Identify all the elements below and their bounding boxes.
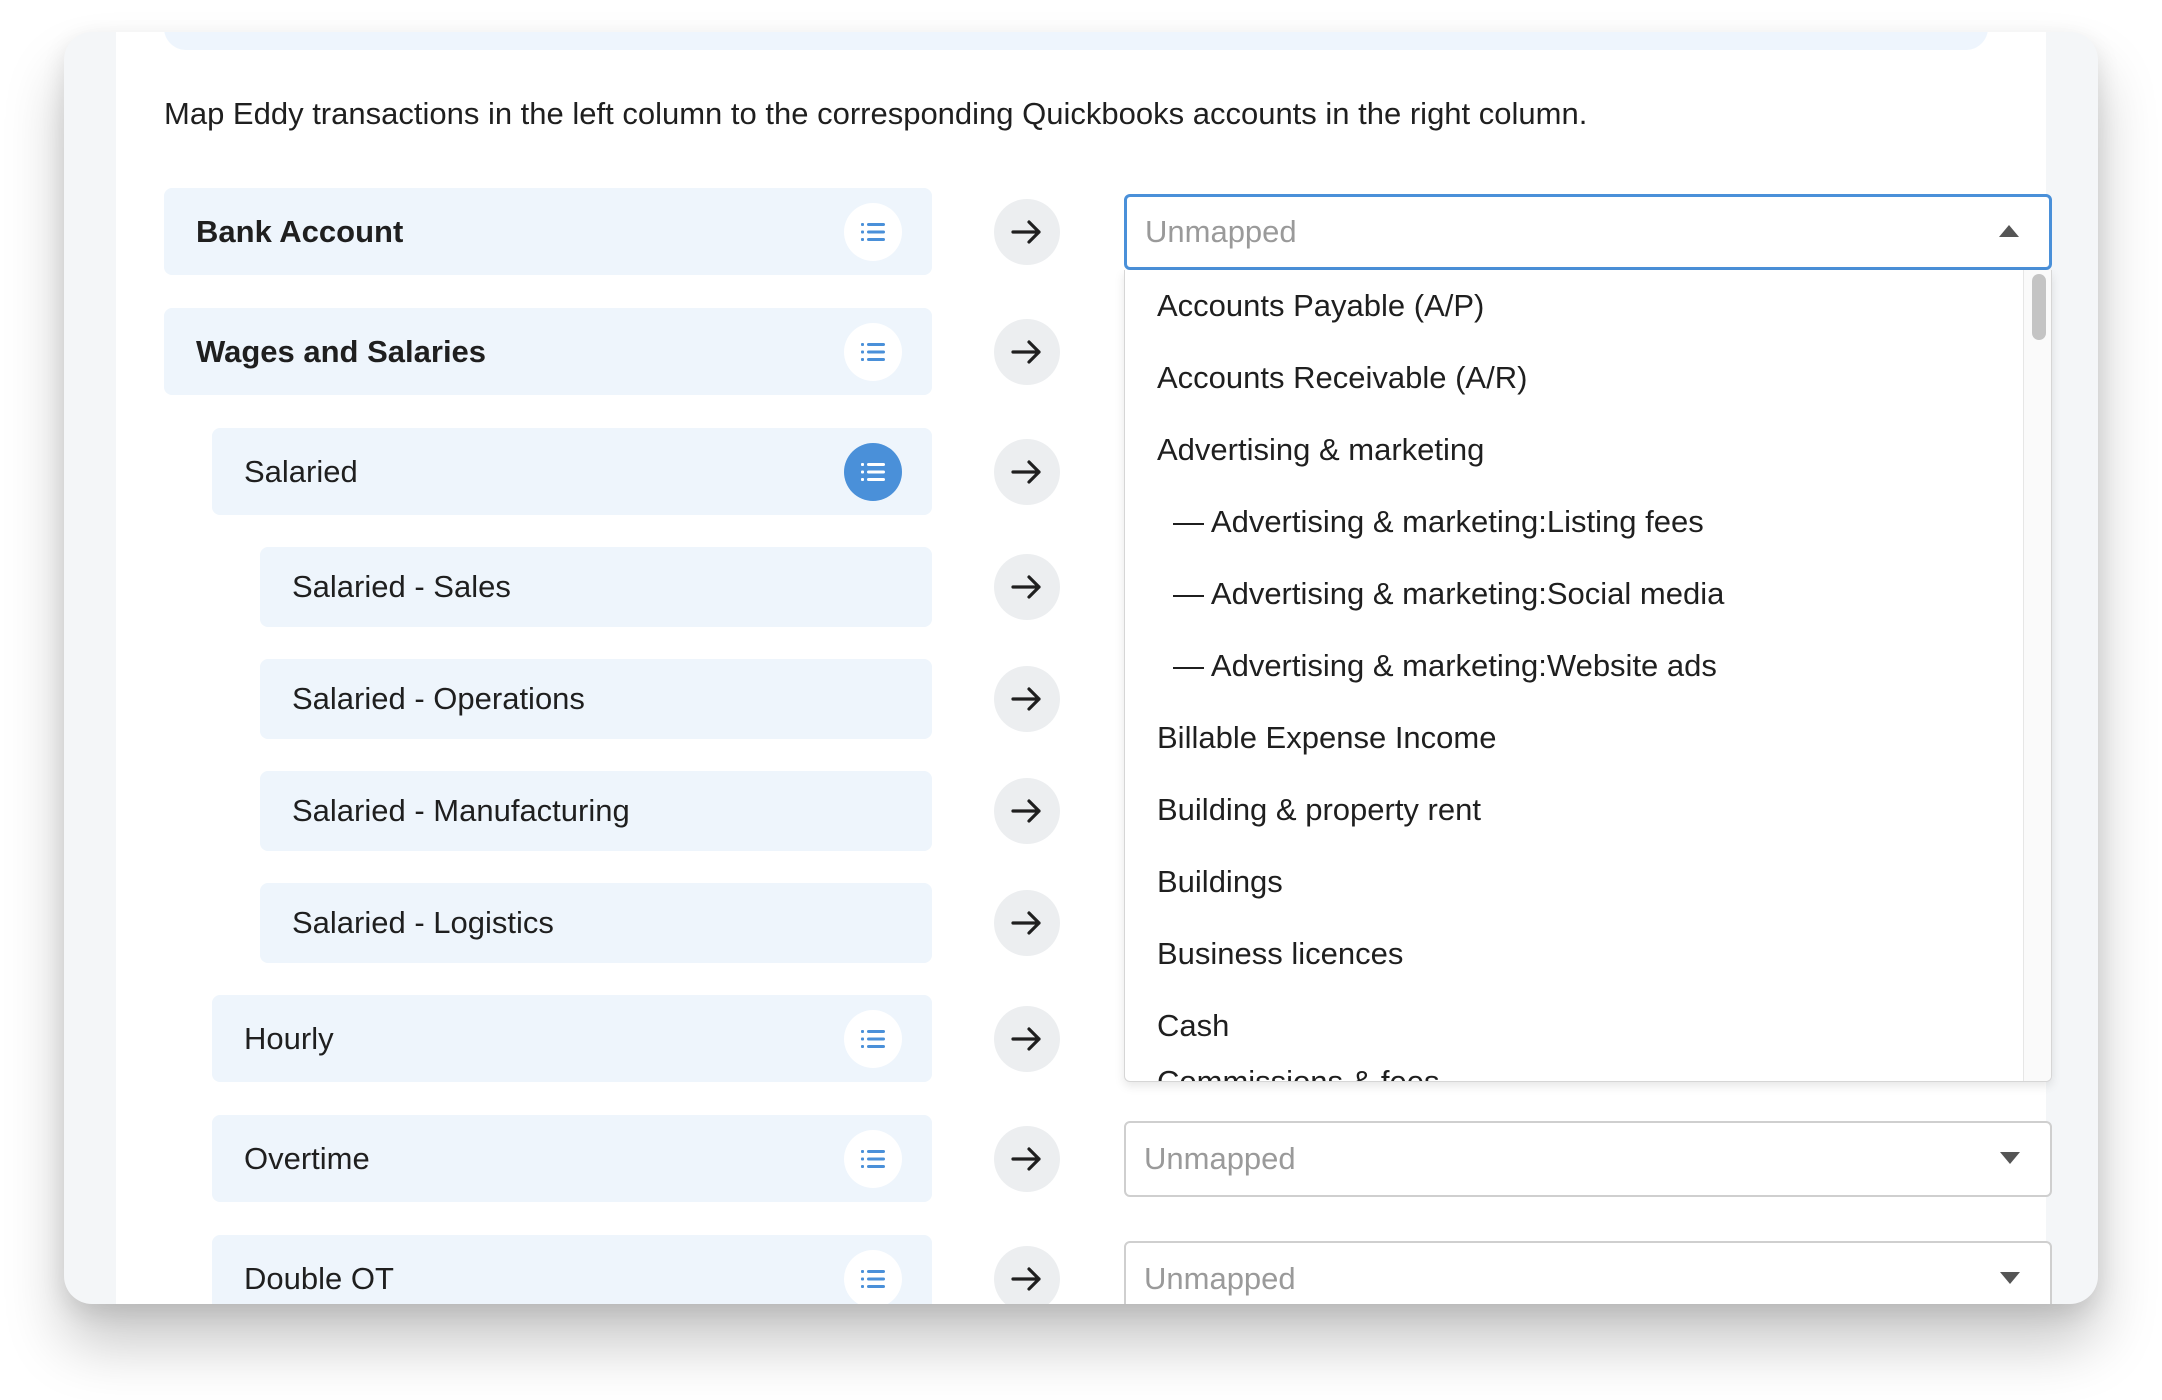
dropdown-option[interactable]: — Advertising & marketing:Website ads [1125, 630, 2023, 702]
select-placeholder: Unmapped [1145, 214, 1297, 249]
arrow-right-icon [994, 666, 1060, 732]
list-icon[interactable] [844, 1249, 902, 1304]
source-row-label: Salaried - Manufacturing [292, 793, 630, 828]
arrow-right-icon [994, 1246, 1060, 1304]
select-placeholder: Unmapped [1144, 1261, 1296, 1296]
dropdown-option[interactable]: Accounts Receivable (A/R) [1125, 342, 2023, 414]
source-row-label: Salaried [244, 453, 358, 489]
arrow-right-icon [994, 778, 1060, 844]
scrollbar-thumb[interactable] [2032, 274, 2046, 340]
dropdown-option[interactable]: — Advertising & marketing:Social media [1125, 558, 2023, 630]
dropdown-option[interactable]: Billable Expense Income [1125, 702, 2023, 774]
account-select-double-ot[interactable]: Unmapped [1124, 1241, 2052, 1304]
source-row-salaried-logistics: Salaried - Logistics [260, 883, 932, 963]
source-row-label: Hourly [244, 1020, 334, 1056]
source-row-hourly: Hourly [212, 995, 932, 1082]
caret-down-icon [2000, 1272, 2020, 1284]
account-select-overtime[interactable]: Unmapped [1124, 1121, 2052, 1197]
dropdown-option[interactable]: Advertising & marketing [1125, 414, 2023, 486]
dropdown-option[interactable]: Business licences [1125, 918, 2023, 990]
source-row-salaried-operations: Salaried - Operations [260, 659, 932, 739]
source-row-label: Bank Account [196, 213, 404, 249]
source-row-overtime: Overtime [212, 1115, 932, 1202]
arrow-right-icon [994, 890, 1060, 956]
dropdown-option[interactable]: Commissions & fees [1125, 1062, 2023, 1081]
dropdown-options: Accounts Payable (A/P) Accounts Receivab… [1125, 270, 2023, 1081]
source-row-double-ot: Double OT [212, 1235, 932, 1304]
account-select-bank-account[interactable]: Unmapped [1124, 194, 2052, 270]
list-icon[interactable] [844, 322, 902, 381]
source-row-wages-and-salaries: Wages and Salaries [164, 308, 932, 395]
app-window: Map Eddy transactions in the left column… [64, 32, 2098, 1304]
arrow-right-icon [994, 1126, 1060, 1192]
source-row-label: Double OT [244, 1260, 394, 1296]
source-row-label: Salaried - Sales [292, 569, 511, 604]
source-row-label: Salaried - Logistics [292, 905, 554, 940]
caret-up-icon [1999, 225, 2019, 237]
dropdown-option[interactable]: Buildings [1125, 846, 2023, 918]
arrow-right-icon [994, 199, 1060, 265]
list-icon[interactable] [844, 1129, 902, 1188]
mapping-panel: Map Eddy transactions in the left column… [116, 32, 2052, 1304]
arrow-right-icon [994, 554, 1060, 620]
source-row-bank-account: Bank Account [164, 188, 932, 275]
dropdown-scrollbar[interactable] [2023, 270, 2051, 1081]
source-row-salaried-sales: Salaried - Sales [260, 547, 932, 627]
account-dropdown-list: Accounts Payable (A/P) Accounts Receivab… [1124, 270, 2052, 1082]
source-row-label: Wages and Salaries [196, 333, 487, 369]
list-icon[interactable] [844, 442, 902, 501]
list-icon[interactable] [844, 1009, 902, 1068]
dropdown-option[interactable]: Building & property rent [1125, 774, 2023, 846]
instructions-text: Map Eddy transactions in the left column… [164, 96, 1588, 131]
dropdown-option[interactable]: — Advertising & marketing:Listing fees [1125, 486, 2023, 558]
top-section-bar [164, 32, 1988, 50]
select-placeholder: Unmapped [1144, 1141, 1296, 1176]
arrow-right-icon [994, 319, 1060, 385]
dropdown-option[interactable]: Cash [1125, 990, 2023, 1062]
source-row-label: Salaried - Operations [292, 681, 585, 716]
source-row-label: Overtime [244, 1140, 370, 1176]
caret-down-icon [2000, 1152, 2020, 1164]
list-icon[interactable] [844, 202, 902, 261]
arrow-right-icon [994, 1006, 1060, 1072]
dropdown-option[interactable]: Accounts Payable (A/P) [1125, 270, 2023, 342]
source-row-salaried-manufacturing: Salaried - Manufacturing [260, 771, 932, 851]
arrow-right-icon [994, 439, 1060, 505]
source-row-salaried: Salaried [212, 428, 932, 515]
